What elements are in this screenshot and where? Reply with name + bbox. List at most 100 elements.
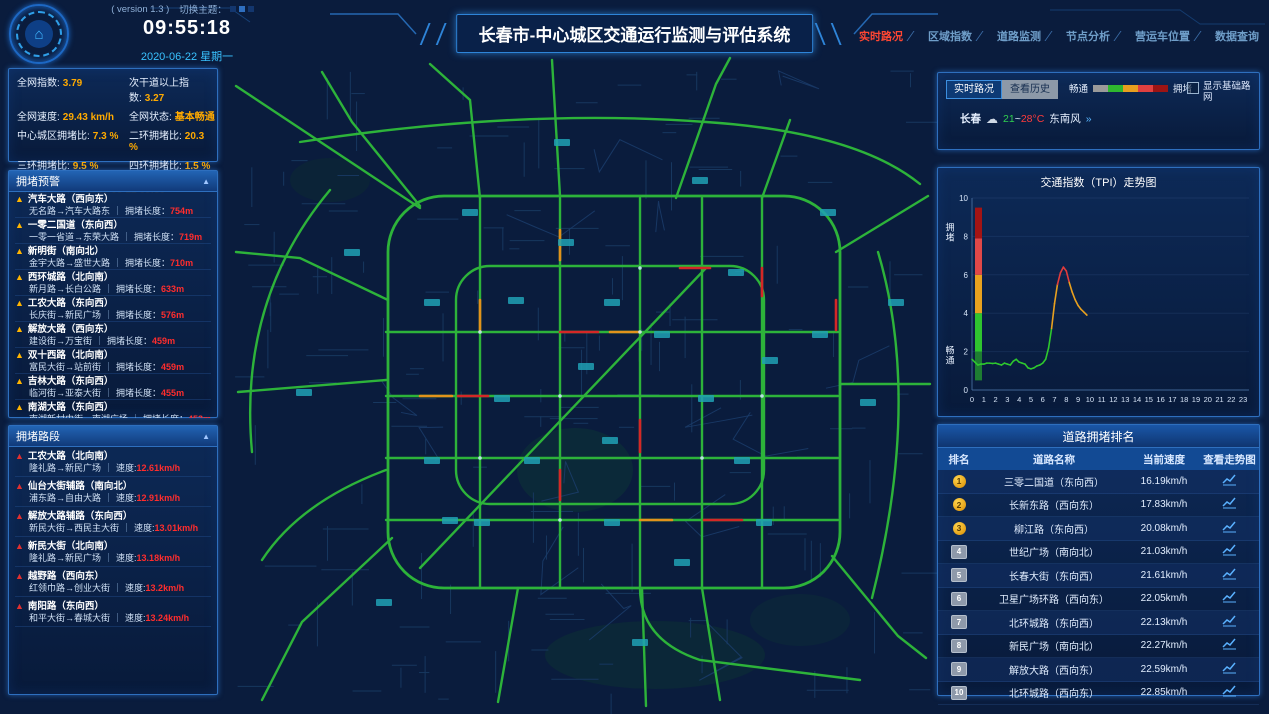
trend-chart-icon[interactable] <box>1222 568 1237 583</box>
alert-triangle-icon: ▲ <box>15 451 24 462</box>
trend-chart-icon[interactable] <box>1222 685 1237 700</box>
congestion-warning-panel: 拥堵预警 ▲ ▲汽车大路（西向东）无名路→汽车大路东｜拥堵长度：754m▲一零二… <box>8 170 218 418</box>
theme-swatch-icon[interactable] <box>257 6 263 12</box>
congestion-item[interactable]: ▲越野路（西向东）红领巾路→创业大街｜速度:13.2km/h <box>15 567 211 597</box>
theme-swatch-icon[interactable] <box>230 6 236 12</box>
svg-text:堵: 堵 <box>945 232 954 243</box>
ranking-row[interactable]: 7北环城路（东向西）22.13km/h <box>938 611 1259 635</box>
congestion-item[interactable]: ▲南阳路（东向西）和平大街→春城大街｜速度:13.24km/h <box>15 597 211 627</box>
theme-swatch-icon[interactable] <box>248 6 254 12</box>
warning-item[interactable]: ▲吉林大路（东向西）临河街→亚泰大街｜拥堵长度：455m <box>15 374 211 400</box>
nav-item-4[interactable]: 节点分析 <box>1066 28 1110 44</box>
warning-triangle-icon: ▲ <box>15 272 24 283</box>
trend-chart-icon[interactable] <box>1222 638 1237 653</box>
congestion-item[interactable]: ▲解放大路辅路（东向西）新民大街→西民主大街｜速度:13.01km/h <box>15 507 211 537</box>
legend-swatch-icon <box>1093 85 1108 92</box>
version-label: ( version 1.3 ) <box>111 4 169 15</box>
svg-text:18: 18 <box>1180 395 1188 404</box>
theme-switcher[interactable]: 切换主题： <box>179 2 263 16</box>
legend-swatch-icon <box>1138 85 1153 92</box>
header: ⌂ ( version 1.3 ) 切换主题： 09:55:18 2020-06… <box>0 0 1269 64</box>
rank-badge: 5 <box>951 568 967 582</box>
ranking-row[interactable]: 3柳江路（东向西）20.08km/h <box>938 517 1259 541</box>
weather-bar: 长春 ☁ 21~28°C 东南风 » <box>946 111 1251 126</box>
ranking-row[interactable]: 8新民广场（南向北）22.27km/h <box>938 635 1259 659</box>
congestion-item[interactable]: ▲仙台大街辅路（南向北）浦东路→自由大路｜速度:12.91km/h <box>15 477 211 507</box>
ranking-row[interactable]: 1三零二国道（东向西）16.19km/h <box>938 470 1259 494</box>
warning-item[interactable]: ▲工农大路（东向西）长庆街→新民广场｜拥堵长度：576m <box>15 296 211 322</box>
collapse-arrow-icon[interactable]: ▲ <box>202 432 210 441</box>
warning-item[interactable]: ▲西环城路（北向南）新月路→长白公路｜拥堵长度：633m <box>15 270 211 296</box>
congestion-item[interactable]: ▲新民大街（北向南）隆礼路→新民广场｜速度:13.18km/h <box>15 537 211 567</box>
ranking-row[interactable]: 2长新东路（西向东）17.83km/h <box>938 494 1259 518</box>
svg-text:20: 20 <box>1204 395 1212 404</box>
svg-text:6: 6 <box>964 271 969 280</box>
warning-triangle-icon: ▲ <box>15 324 24 335</box>
road-name: 长春大街（东向西） <box>980 568 1128 583</box>
page-title: 长春市-中心城区交通运行监测与评估系统 <box>456 14 814 53</box>
ranking-row[interactable]: 5长春大街（东向西）21.61km/h <box>938 564 1259 588</box>
svg-text:8: 8 <box>964 232 969 241</box>
realtime-tab[interactable]: 实时路况 <box>946 80 1002 99</box>
rank-badge: 6 <box>951 592 967 606</box>
current-speed: 22.05km/h <box>1128 593 1200 604</box>
basemap-checkbox-label: 显示基础路网 <box>1203 81 1253 103</box>
warning-item[interactable]: ▲一零二国道（东向西）一零一省道→东荣大路｜拥堵长度：719m <box>15 218 211 244</box>
congestion-panel-title: 拥堵路段 <box>16 428 60 444</box>
trend-chart-icon[interactable] <box>1222 497 1237 512</box>
warning-item[interactable]: ▲双十西路（北向南）富民大街→站前街｜拥堵长度：459m <box>15 348 211 374</box>
stat-item: 全网速度:29.43 km/h <box>17 108 125 123</box>
clock: 09:55:18 <box>92 17 282 40</box>
nav-item-6[interactable]: 数据查询 <box>1215 28 1259 44</box>
warning-triangle-icon: ▲ <box>15 298 24 309</box>
weather-more-link[interactable]: » <box>1086 113 1092 125</box>
rank-badge: 3 <box>953 522 966 535</box>
warning-triangle-icon: ▲ <box>15 402 24 413</box>
trend-chart-icon[interactable] <box>1222 591 1237 606</box>
home-button[interactable]: ⌂ <box>9 4 69 64</box>
svg-text:17: 17 <box>1168 395 1176 404</box>
checkbox-icon[interactable] <box>1187 82 1199 94</box>
stat-item: 全网状态:基本畅通 <box>129 108 215 123</box>
stat-item: 次干道以上指数:3.27 <box>129 74 215 104</box>
svg-text:11: 11 <box>1098 395 1106 404</box>
svg-text:拥: 拥 <box>945 222 954 233</box>
nav-item-5[interactable]: 营运车位置 <box>1135 28 1190 44</box>
trend-chart-icon[interactable] <box>1222 544 1237 559</box>
rank-badge: 10 <box>951 686 967 700</box>
warning-item[interactable]: ▲新明街（南向北）金宇大路→盛世大路｜拥堵长度：710m <box>15 244 211 270</box>
legend-swatches <box>1093 79 1168 97</box>
collapse-arrow-icon[interactable]: ▲ <box>202 177 210 186</box>
trend-chart-icon[interactable] <box>1222 662 1237 677</box>
warning-item[interactable]: ▲汽车大路（西向东）无名路→汽车大路东｜拥堵长度：754m <box>15 192 211 218</box>
current-speed: 17.83km/h <box>1128 499 1200 510</box>
warning-triangle-icon: ▲ <box>15 246 24 257</box>
ranking-row[interactable]: 9解放大路（西向东）22.59km/h <box>938 658 1259 682</box>
theme-swatch-icon[interactable] <box>239 6 245 12</box>
svg-text:畅: 畅 <box>945 345 954 356</box>
trend-chart-icon[interactable] <box>1222 521 1237 536</box>
svg-text:23: 23 <box>1239 395 1247 404</box>
svg-text:7: 7 <box>1052 395 1056 404</box>
nav-item-1[interactable]: 实时路况 <box>859 28 903 44</box>
legend-swatch-icon <box>1153 85 1168 92</box>
trend-chart-icon[interactable] <box>1222 474 1237 489</box>
warning-item[interactable]: ▲南湖大路（东向西）南湖新村中街→南湖广场｜拥堵长度：453m <box>15 400 211 418</box>
svg-text:8: 8 <box>1064 395 1068 404</box>
wind-label: 东南风 <box>1049 111 1081 126</box>
ranking-row[interactable]: 6卫星广场环路（西向东）22.05km/h <box>938 588 1259 612</box>
nav-item-3[interactable]: 道路监测 <box>997 28 1041 44</box>
show-basemap-checkbox[interactable]: 显示基础路网 <box>1187 81 1253 103</box>
road-condition-panel: 实时路况查看历史 畅通 拥堵 显示基础路网 长春 ☁ 21~28°C 东南风 » <box>937 72 1260 150</box>
congestion-item[interactable]: ▲工农大路（北向南）隆礼路→新民广场｜速度:12.61km/h <box>15 447 211 477</box>
history-tab[interactable]: 查看历史 <box>1002 80 1058 99</box>
road-name: 北环城路（东向西） <box>980 615 1128 630</box>
ranking-row[interactable]: 4世纪广场（南向北）21.03km/h <box>938 541 1259 565</box>
warning-item[interactable]: ▲解放大路（西向东）建设街→万宝街｜拥堵长度：459m <box>15 322 211 348</box>
main-nav: 实时路况 区域指数 道路监测 节点分析 营运车位置 数据查询 <box>859 28 1259 44</box>
ranking-row[interactable]: 10北环城路（西向东）22.85km/h <box>938 682 1259 706</box>
trend-chart-icon[interactable] <box>1222 615 1237 630</box>
nav-item-2[interactable]: 区域指数 <box>928 28 972 44</box>
header-left-block: ( version 1.3 ) 切换主题： 09:55:18 2020-06-2… <box>92 2 282 64</box>
svg-text:22: 22 <box>1227 395 1235 404</box>
